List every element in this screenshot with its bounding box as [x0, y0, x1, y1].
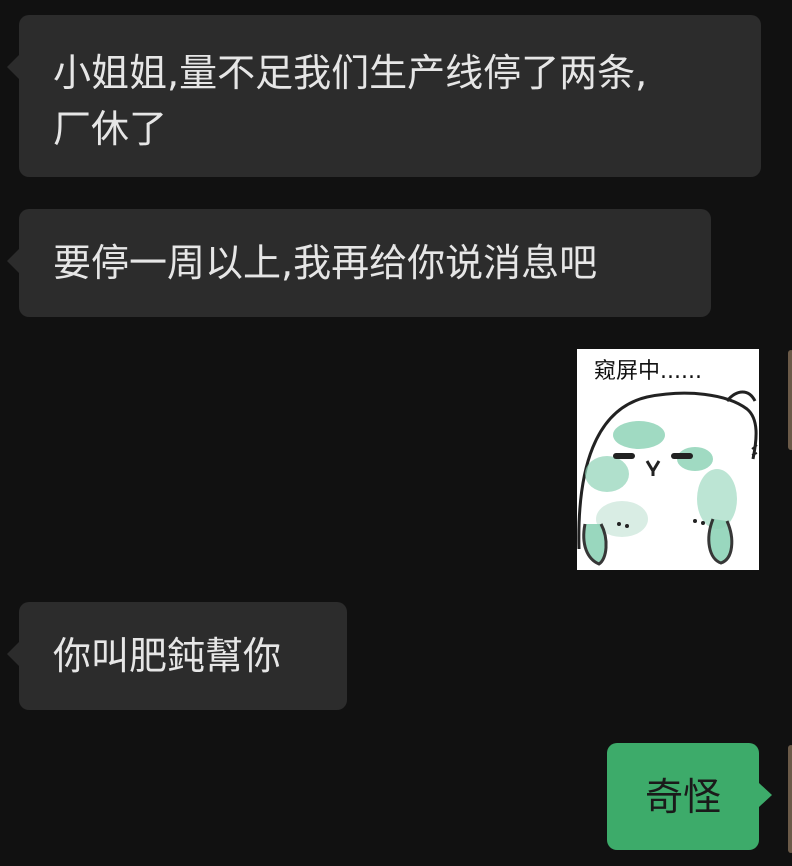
message-text: 奇怪 — [644, 775, 721, 819]
chat-window: 小姐姐,量不足我们生产线停了两条, 厂休了 要停一周以上,我再给你说消息吧 窥屏… — [0, 0, 792, 866]
message-bubble-outgoing[interactable]: 奇怪 — [607, 743, 772, 850]
sticker-message[interactable]: 窥屏中...... — [577, 349, 759, 570]
sender-avatar[interactable] — [788, 745, 792, 853]
message-bubble-incoming[interactable]: 小姐姐,量不足我们生产线停了两条, 厂休了 — [7, 15, 761, 177]
message-text: 小姐姐,量不足我们生产线停了两条, 厂休了 — [53, 51, 648, 151]
message-bubble-incoming[interactable]: 要停一周以上,我再给你说消息吧 — [7, 209, 711, 317]
message-text: 要停一周以上,我再给你说消息吧 — [53, 241, 598, 285]
sticker-caption: 窥屏中...... — [594, 359, 702, 384]
message-text: 你叫肥鈍幫你 — [53, 634, 282, 678]
sender-avatar[interactable] — [788, 350, 792, 450]
message-bubble-incoming[interactable]: 你叫肥鈍幫你 — [7, 602, 347, 710]
